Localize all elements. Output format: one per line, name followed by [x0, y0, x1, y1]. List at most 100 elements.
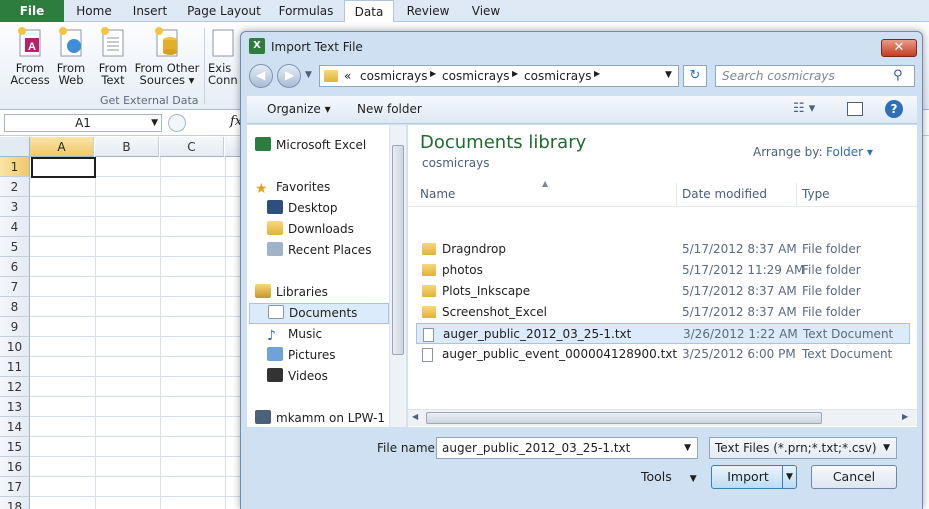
from-text-button[interactable]: From Text	[94, 26, 132, 86]
nav-downloads[interactable]: Downloads	[267, 219, 354, 239]
column-header-type[interactable]: Type	[802, 187, 830, 201]
row-header[interactable]: 13	[0, 397, 30, 417]
existing-connections-button[interactable]: Exis Conn	[208, 26, 240, 86]
column-divider[interactable]	[796, 183, 797, 207]
row-header[interactable]: 4	[0, 217, 30, 237]
horizontal-scrollbar[interactable]: ◀ ▶	[408, 409, 917, 426]
nav-computer[interactable]: mkamm on LPW-1	[255, 408, 385, 428]
tab-formulas[interactable]: Formulas	[270, 0, 342, 22]
active-cell-a1[interactable]	[31, 157, 96, 178]
folder-row[interactable]: Screenshot_Excel 5/17/2012 8:37 AM File fo…	[420, 302, 914, 323]
folder-row[interactable]: Plots_Inkscape 5/17/2012 8:37 AM File fold…	[420, 281, 914, 302]
row-header[interactable]: 16	[0, 457, 30, 477]
select-all-corner[interactable]	[0, 137, 30, 157]
tab-page-layout[interactable]: Page Layout	[180, 0, 268, 22]
row-header[interactable]: 3	[0, 197, 30, 217]
close-button[interactable]: ✕	[881, 39, 917, 57]
column-header-c[interactable]: C	[160, 137, 224, 157]
organize-button[interactable]: Organize ▾	[267, 102, 331, 116]
breadcrumb-item[interactable]: cosmicrays	[524, 69, 591, 83]
chevron-right-icon[interactable]: ▶	[512, 69, 518, 78]
nav-pictures[interactable]: Pictures	[267, 345, 336, 365]
nav-microsoft-excel[interactable]: Microsoft Excel	[255, 135, 366, 155]
nav-music[interactable]: ♪ Music	[267, 324, 322, 344]
column-header-a[interactable]: A	[30, 137, 94, 157]
grid-line	[30, 236, 242, 237]
help-icon[interactable]: ?	[885, 100, 903, 118]
row-header[interactable]: 5	[0, 237, 30, 257]
tab-file[interactable]: File	[0, 0, 64, 22]
tab-review[interactable]: Review	[398, 0, 458, 22]
refresh-icon[interactable]: ↻	[683, 65, 707, 87]
forward-button[interactable]: ▶	[277, 64, 301, 88]
row-header[interactable]: 14	[0, 417, 30, 437]
tools-button[interactable]: Tools ▼	[641, 469, 697, 484]
pictures-icon	[267, 347, 283, 361]
column-header-b[interactable]: B	[95, 137, 159, 157]
chevron-right-icon[interactable]: ▶	[430, 69, 436, 78]
nav-videos[interactable]: Videos	[267, 366, 328, 386]
nav-libraries[interactable]: Libraries	[255, 282, 328, 302]
view-options-icon[interactable]: ☷ ▾	[793, 101, 815, 116]
nav-desktop[interactable]: Desktop	[267, 198, 338, 218]
file-name-input[interactable]: auger_public_2012_03_25-1.txt ▼	[436, 437, 698, 459]
arrange-by-dropdown[interactable]: Folder ▾	[826, 145, 873, 159]
formula-resize-handle[interactable]	[168, 114, 186, 132]
new-folder-button[interactable]: New folder	[357, 102, 422, 116]
folder-row[interactable]: photos 5/17/2012 11:29 AM File folder	[420, 260, 914, 281]
import-button[interactable]: Import ▼	[711, 465, 797, 489]
tab-home[interactable]: Home	[66, 0, 122, 22]
horizontal-scrollbar-thumb[interactable]	[426, 412, 822, 424]
row-header[interactable]: 7	[0, 277, 30, 297]
scroll-right-icon[interactable]: ▶	[902, 412, 908, 421]
file-row[interactable]: auger_public_2012_03_25-1.txt 3/26/2012 1…	[416, 323, 910, 344]
row-header[interactable]: 15	[0, 437, 30, 457]
from-access-button[interactable]: A From Access	[8, 26, 52, 86]
breadcrumb-item[interactable]: cosmicrays	[360, 69, 427, 83]
nav-scrollbar-thumb[interactable]	[392, 145, 404, 355]
search-icon[interactable]: ⚲	[893, 68, 903, 83]
nav-documents[interactable]: Documents	[249, 303, 389, 324]
name-box[interactable]: A1 ▼	[4, 114, 162, 132]
row-header[interactable]: 11	[0, 357, 30, 377]
row-header[interactable]: 10	[0, 337, 30, 357]
address-bar[interactable]: « cosmicrays ▶ cosmicrays ▶ cosmicrays ▶…	[319, 65, 679, 87]
import-dropdown-icon[interactable]: ▼	[782, 466, 796, 488]
chevron-right-icon[interactable]: ▶	[594, 69, 600, 78]
documents-icon	[268, 305, 284, 319]
file-type-select[interactable]: Text Files (*.prn;*.txt;*.csv) ▼	[709, 437, 897, 459]
cancel-button[interactable]: Cancel	[811, 465, 897, 489]
breadcrumb-item[interactable]: cosmicrays	[442, 69, 509, 83]
recent-locations-chevron-icon[interactable]: ▼	[305, 70, 312, 80]
row-header[interactable]: 6	[0, 257, 30, 277]
nav-favorites[interactable]: ★ Favorites	[255, 177, 330, 197]
downloads-icon	[267, 221, 283, 235]
row-header[interactable]: 18	[0, 497, 30, 509]
preview-pane-icon[interactable]	[847, 102, 863, 116]
file-row[interactable]: auger_public_event_000004128900.txt 3/25/…	[420, 344, 914, 365]
column-divider[interactable]	[676, 183, 677, 207]
tab-data[interactable]: Data	[344, 0, 394, 23]
column-header-name[interactable]: Name	[420, 187, 455, 201]
column-header-date[interactable]: Date modified	[682, 187, 767, 201]
folder-row[interactable]: Dragndrop 5/17/2012 8:37 AM File folder	[420, 239, 914, 260]
back-button[interactable]: ◀	[249, 64, 273, 88]
nav-scrollbar[interactable]	[389, 125, 406, 427]
nav-recent-places[interactable]: Recent Places	[267, 240, 371, 260]
from-other-sources-button[interactable]: From Other Sources ▾	[134, 26, 200, 86]
row-header[interactable]: 17	[0, 477, 30, 497]
chevron-down-icon[interactable]: ▼	[684, 438, 691, 458]
row-header[interactable]: 8	[0, 297, 30, 317]
tab-insert[interactable]: Insert	[122, 0, 178, 22]
breadcrumb-overflow[interactable]: «	[344, 69, 351, 83]
address-dropdown-icon[interactable]: ▼	[665, 70, 672, 80]
scroll-left-icon[interactable]: ◀	[412, 412, 418, 421]
search-input[interactable]: Search cosmicrays	[715, 65, 915, 87]
row-header[interactable]: 9	[0, 317, 30, 337]
row-header[interactable]: 2	[0, 177, 30, 197]
grid-line	[30, 336, 242, 337]
row-header[interactable]: 12	[0, 377, 30, 397]
tab-view[interactable]: View	[460, 0, 512, 22]
row-header[interactable]: 1	[0, 157, 30, 177]
from-web-button[interactable]: From Web	[52, 26, 90, 86]
